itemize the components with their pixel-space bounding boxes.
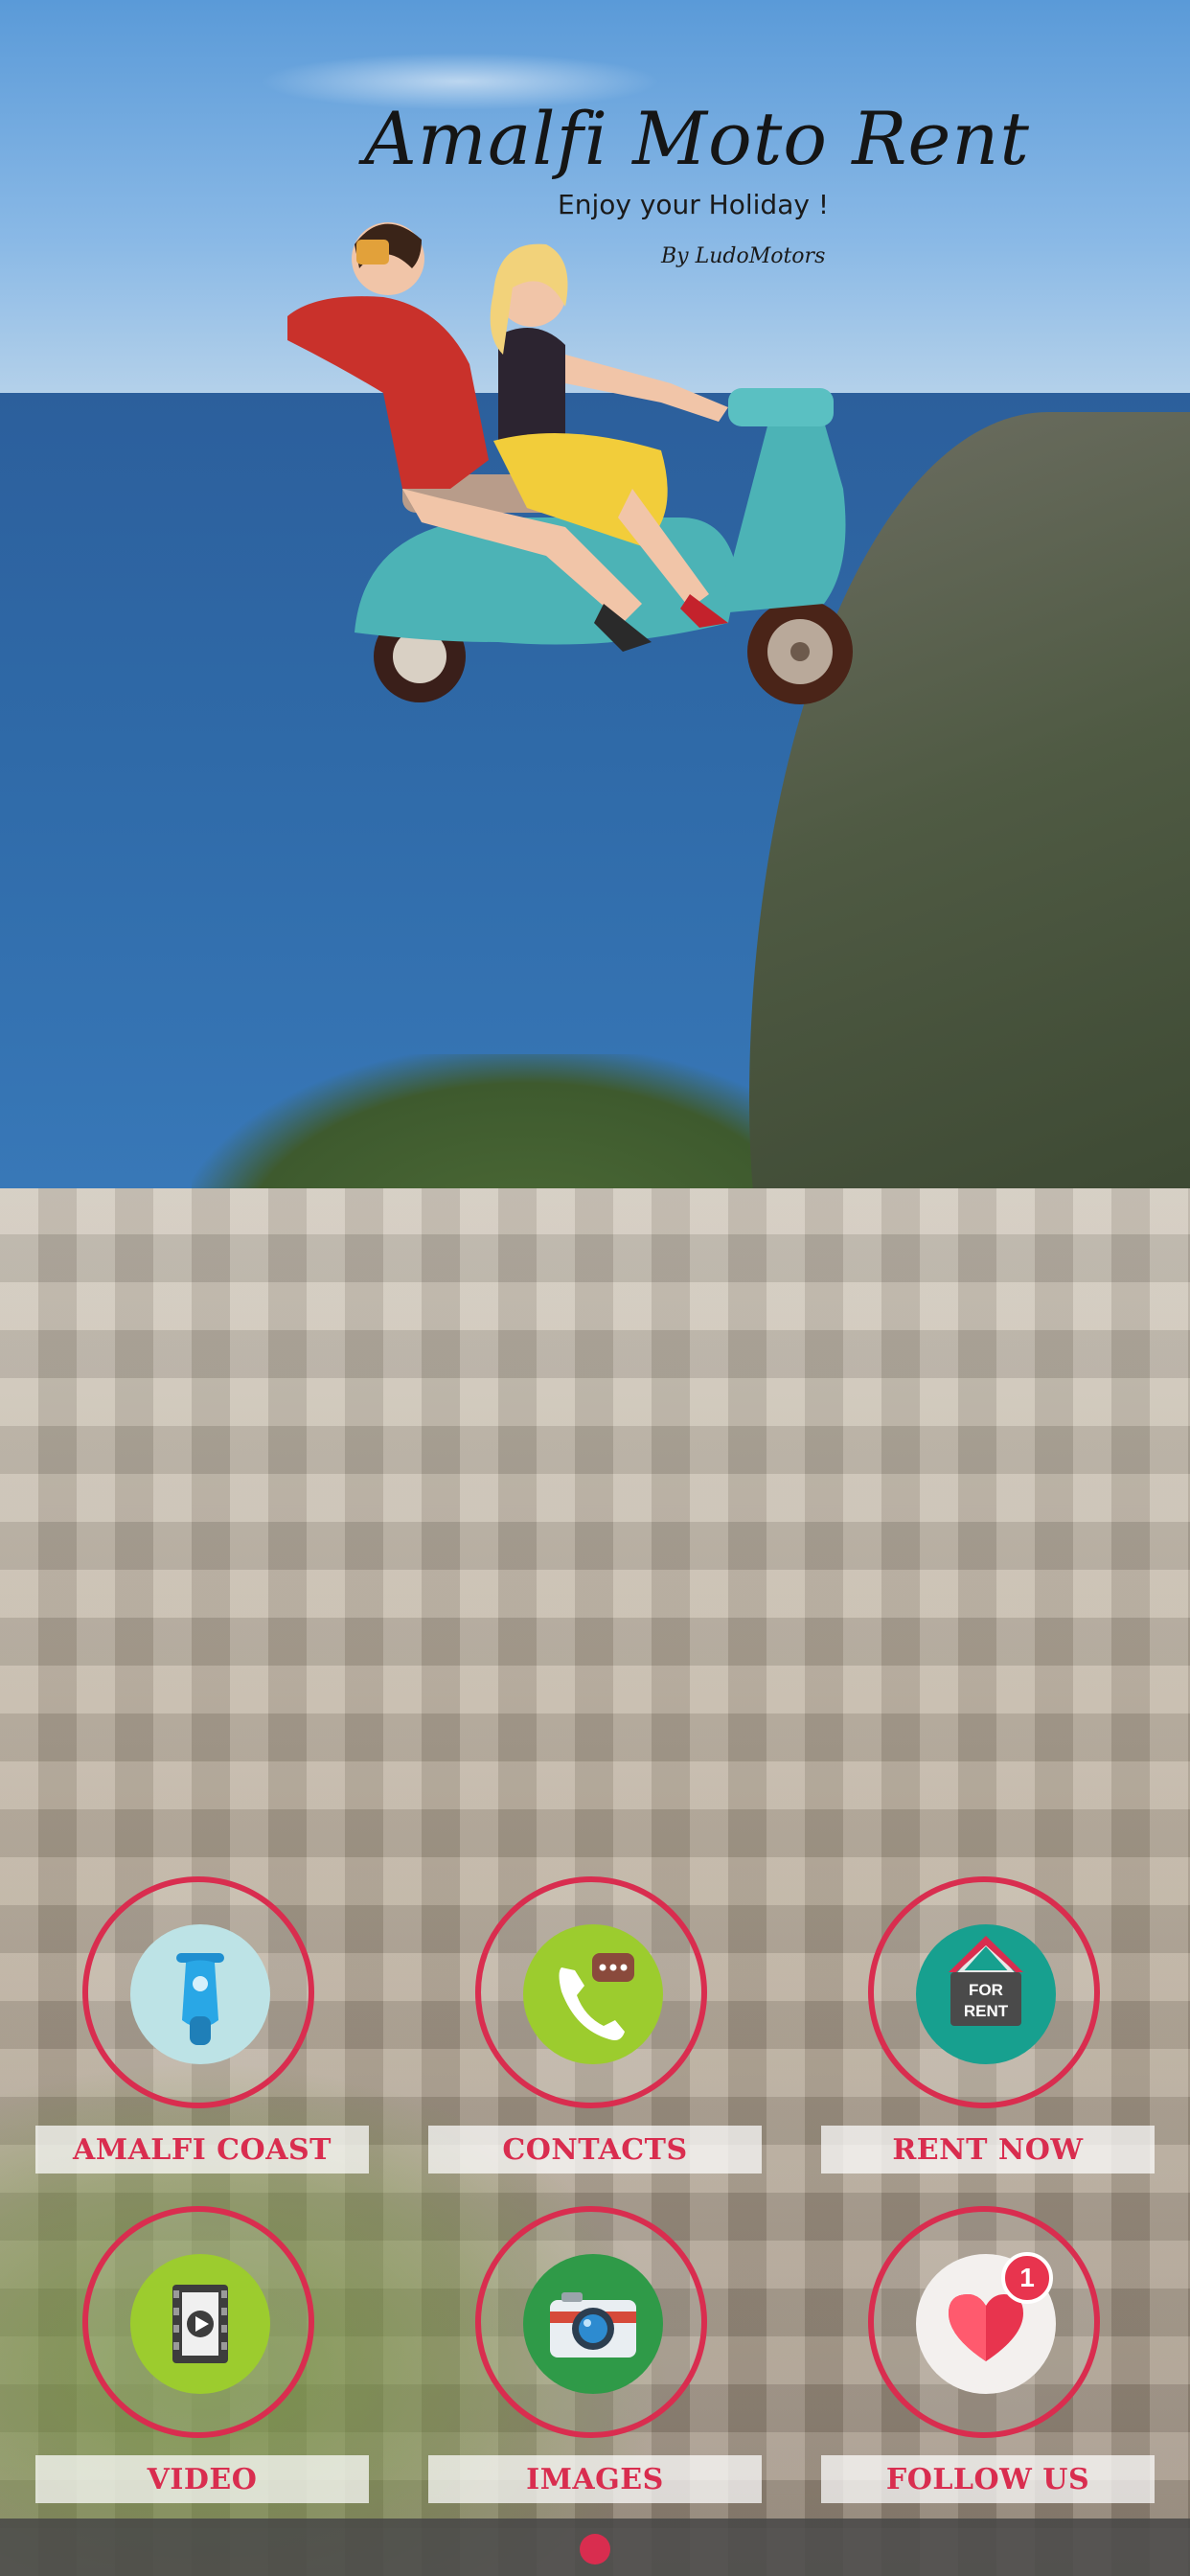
notification-badge: 1 xyxy=(1001,2252,1053,2304)
menu-item-contacts[interactable]: CONTACTS xyxy=(428,1876,762,2174)
scooter-icon xyxy=(130,1924,270,2064)
page-indicator-dot[interactable] xyxy=(580,2534,610,2564)
menu-label: IMAGES xyxy=(428,2455,762,2503)
menu-label: VIDEO xyxy=(35,2455,369,2503)
menu-label: CONTACTS xyxy=(428,2126,762,2174)
menu-label: RENT NOW xyxy=(821,2126,1155,2174)
for-rent-sign-icon: FOR RENT xyxy=(916,1924,1056,2064)
menu-item-video[interactable]: VIDEO xyxy=(35,2206,369,2503)
menu-item-images[interactable]: IMAGES xyxy=(428,2206,762,2503)
for-rent-sign-text-1: FOR xyxy=(969,1981,1003,1999)
for-rent-sign-text-2: RENT xyxy=(964,2002,1009,2020)
camera-icon xyxy=(523,2254,663,2394)
video-icon xyxy=(130,2254,270,2394)
menu-item-rent-now[interactable]: FOR RENT RENT NOW xyxy=(821,1876,1155,2174)
logo-title: Amalfi Moto Rent xyxy=(364,96,1030,181)
menu-label: AMALFI COAST xyxy=(35,2126,369,2174)
menu-label: FOLLOW US xyxy=(821,2455,1155,2503)
scooter-riders-illustration xyxy=(287,222,853,704)
menu-item-follow-us[interactable]: 1 FOLLOW US xyxy=(821,2206,1155,2503)
menu-item-amalfi-coast[interactable]: AMALFI COAST xyxy=(35,1876,369,2174)
phone-icon xyxy=(523,1924,663,2064)
